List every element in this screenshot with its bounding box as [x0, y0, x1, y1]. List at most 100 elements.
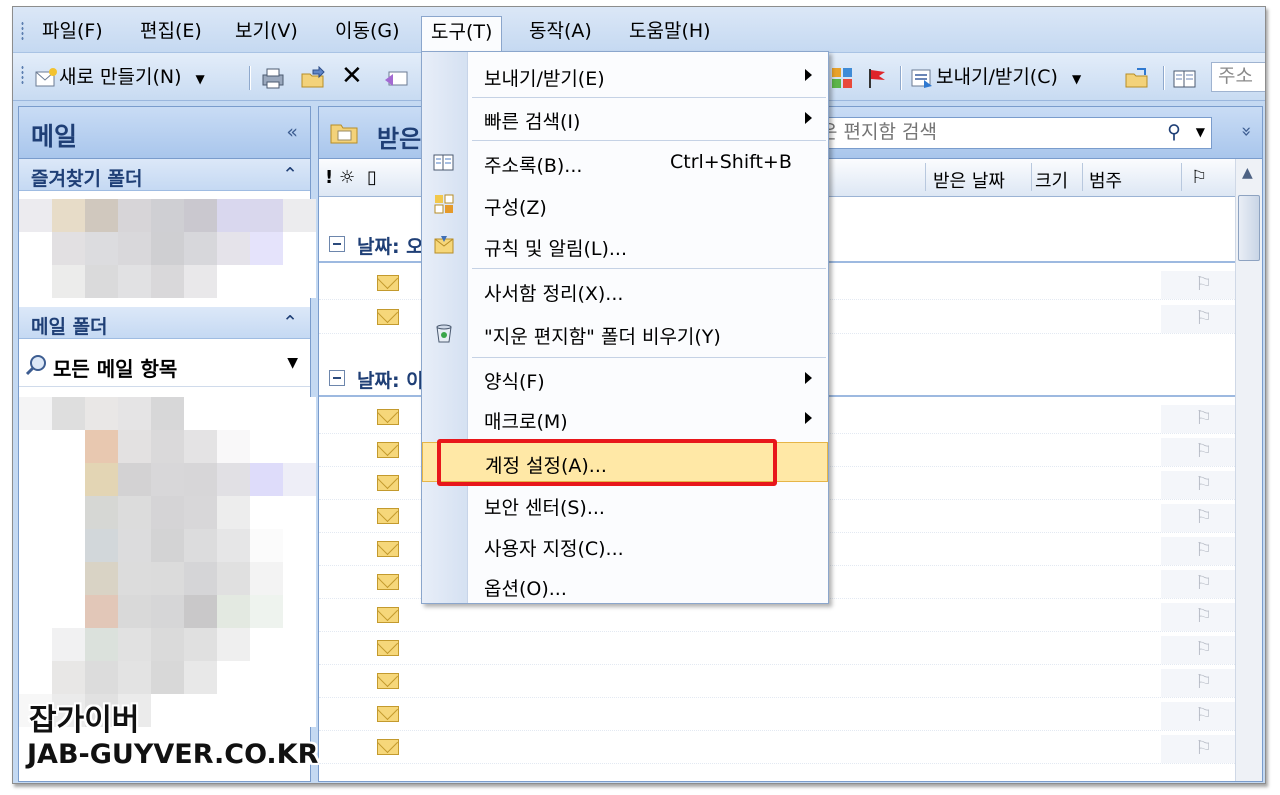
- menu-item-organize[interactable]: 구성(Z): [422, 185, 828, 223]
- menu-item-forms[interactable]: 양식(F): [422, 359, 828, 397]
- flag-cell[interactable]: ⚐: [1161, 471, 1241, 499]
- collapse-group-icon[interactable]: [329, 236, 345, 252]
- flag-icon[interactable]: ⚐: [1195, 440, 1212, 462]
- outlook-window: 파일(F) 편집(E) 보기(V) 이동(G) 도구(T) 동작(A) 도움말(…: [12, 6, 1266, 784]
- icon-column-icon[interactable]: ▯: [367, 167, 377, 188]
- vertical-scrollbar[interactable]: ▲: [1235, 159, 1262, 781]
- annotation-highlight-box: [437, 439, 777, 486]
- category-column-header[interactable]: 범주: [1089, 167, 1122, 193]
- address-book-button[interactable]: [1171, 64, 1199, 90]
- menu-item-rules-alerts[interactable]: 규칙 및 알림(L)...: [422, 226, 828, 264]
- menu-bar: 파일(F) 편집(E) 보기(V) 이동(G) 도구(T) 동작(A) 도움말(…: [13, 7, 1265, 53]
- categorize-icon: [832, 67, 852, 88]
- menu-item-mailbox-cleanup[interactable]: 사서함 정리(X)...: [422, 271, 828, 309]
- favorites-header-label: 즐겨찾기 폴더: [31, 168, 143, 190]
- flag-icon[interactable]: ⚐: [1195, 273, 1212, 295]
- menu-item-trust-center[interactable]: 보안 센터(S)...: [422, 485, 828, 523]
- reply-button[interactable]: [383, 64, 411, 90]
- received-column-header[interactable]: 받은 날짜: [933, 167, 1005, 193]
- menu-item-label: 사서함 정리(X)...: [484, 283, 624, 305]
- flag-cell[interactable]: ⚐: [1161, 636, 1241, 664]
- mail-row[interactable]: ⚐: [319, 632, 1241, 665]
- envelope-icon: [377, 309, 399, 325]
- search-options-dropdown-icon[interactable]: ▼: [1196, 125, 1205, 139]
- scrollbar-thumb[interactable]: [1238, 195, 1260, 261]
- menu-edit[interactable]: 편집(E): [131, 16, 211, 46]
- flag-cell[interactable]: ⚐: [1161, 305, 1241, 333]
- flag-cell[interactable]: ⚐: [1161, 669, 1241, 697]
- flag-cell[interactable]: ⚐: [1161, 438, 1241, 466]
- flag-cell[interactable]: ⚐: [1161, 504, 1241, 532]
- chevron-down-icon[interactable]: ▼: [287, 355, 298, 371]
- flag-cell[interactable]: ⚐: [1161, 537, 1241, 565]
- flag-icon[interactable]: ⚐: [1195, 506, 1212, 528]
- menu-file[interactable]: 파일(F): [33, 16, 112, 46]
- flag-icon[interactable]: ⚐: [1195, 671, 1212, 693]
- flag-icon[interactable]: ⚐: [1195, 638, 1212, 660]
- flag-icon[interactable]: ⚐: [1195, 572, 1212, 594]
- menu-item-address-book[interactable]: 주소록(B)... Ctrl+Shift+B: [422, 143, 828, 181]
- flag-cell[interactable]: ⚐: [1161, 405, 1241, 433]
- mail-row[interactable]: ⚐: [319, 665, 1241, 698]
- flag-icon[interactable]: ⚐: [1195, 473, 1212, 495]
- reminder-column-icon[interactable]: ☼: [339, 167, 355, 188]
- send-receive-dropdown-icon[interactable]: ▼: [1072, 72, 1081, 86]
- collapse-pane-icon[interactable]: «: [286, 121, 298, 143]
- scroll-up-icon[interactable]: ▲: [1242, 165, 1253, 181]
- navigation-pane: 메일 « 즐겨찾기 폴더 ⌃ 메일 폴더 ⌃ 모든 메일 항목 ▼: [18, 106, 316, 782]
- flag-cell[interactable]: ⚐: [1161, 271, 1241, 299]
- size-column-header[interactable]: 크기: [1035, 167, 1068, 193]
- flag-icon[interactable]: ⚐: [1195, 307, 1212, 329]
- chevron-up-icon[interactable]: ⌃: [282, 312, 298, 334]
- chevron-up-icon[interactable]: ⌃: [282, 164, 298, 186]
- importance-column-icon[interactable]: !: [325, 167, 333, 188]
- flag-icon[interactable]: ⚐: [1195, 737, 1212, 759]
- flag-cell[interactable]: ⚐: [1161, 570, 1241, 598]
- inbox-search-input[interactable]: [810, 118, 1150, 146]
- mail-row[interactable]: ⚐: [319, 698, 1241, 731]
- menu-item-send-receive[interactable]: 보내기/받기(E): [422, 56, 828, 94]
- mail-row[interactable]: ⚐: [319, 731, 1241, 764]
- expand-search-icon[interactable]: »: [1236, 126, 1257, 137]
- categorize-button[interactable]: [830, 64, 854, 90]
- delete-icon[interactable]: ✕: [341, 63, 363, 90]
- new-dropdown-arrow-icon[interactable]: ▼: [196, 72, 205, 86]
- envelope-icon: [377, 442, 399, 458]
- menu-actions[interactable]: 동작(A): [520, 16, 601, 46]
- flag-cell[interactable]: ⚐: [1161, 735, 1241, 763]
- open-folder-button[interactable]: [1123, 64, 1151, 90]
- follow-up-button[interactable]: [865, 64, 889, 90]
- flag-cell[interactable]: ⚐: [1161, 702, 1241, 730]
- send-receive-button[interactable]: 보내기/받기(C) ▼: [908, 64, 1081, 90]
- address-search-input[interactable]: 주소: [1211, 62, 1265, 92]
- new-button[interactable]: 새로 만들기(N) ▼: [33, 64, 205, 90]
- mail-folders-section-header[interactable]: 메일 폴더 ⌃: [19, 307, 310, 339]
- menu-go[interactable]: 이동(G): [326, 16, 409, 46]
- all-mail-items-selector[interactable]: 모든 메일 항목 ▼: [19, 343, 310, 387]
- flag-icon[interactable]: ⚐: [1195, 407, 1212, 429]
- menu-item-label: 매크로(M): [484, 411, 568, 433]
- menu-item-label: 양식(F): [484, 371, 545, 393]
- menu-tools[interactable]: 도구(T): [421, 16, 503, 53]
- search-icon[interactable]: ⚲: [1167, 121, 1181, 143]
- menu-view[interactable]: 보기(V): [226, 16, 307, 46]
- menu-item-empty-deleted[interactable]: "지운 편지함" 폴더 비우기(Y): [422, 314, 828, 352]
- flag-cell[interactable]: ⚐: [1161, 603, 1241, 631]
- menu-item-customize[interactable]: 사용자 지정(C)...: [422, 526, 828, 564]
- inbox-search-box[interactable]: ⚲ ▼: [809, 117, 1212, 149]
- flag-icon[interactable]: ⚐: [1195, 605, 1212, 627]
- print-button[interactable]: [259, 64, 287, 90]
- flag-icon[interactable]: ⚐: [1195, 704, 1212, 726]
- move-to-folder-button[interactable]: [299, 64, 327, 90]
- flag-column-icon[interactable]: ⚐: [1191, 167, 1207, 188]
- collapse-group-icon[interactable]: [329, 370, 345, 386]
- red-flag-icon: [869, 68, 885, 88]
- recycle-bin-icon: [436, 324, 452, 343]
- watermark-title: 잡가이버: [29, 703, 140, 738]
- menu-item-options[interactable]: 옵션(O)...: [422, 566, 828, 604]
- menu-item-macro[interactable]: 매크로(M): [422, 399, 828, 437]
- flag-icon[interactable]: ⚐: [1195, 539, 1212, 561]
- favorites-section-header[interactable]: 즐겨찾기 폴더 ⌃: [19, 159, 310, 191]
- menu-help[interactable]: 도움말(H): [620, 16, 720, 46]
- menu-item-instant-search[interactable]: 빠른 검색(I): [422, 99, 828, 137]
